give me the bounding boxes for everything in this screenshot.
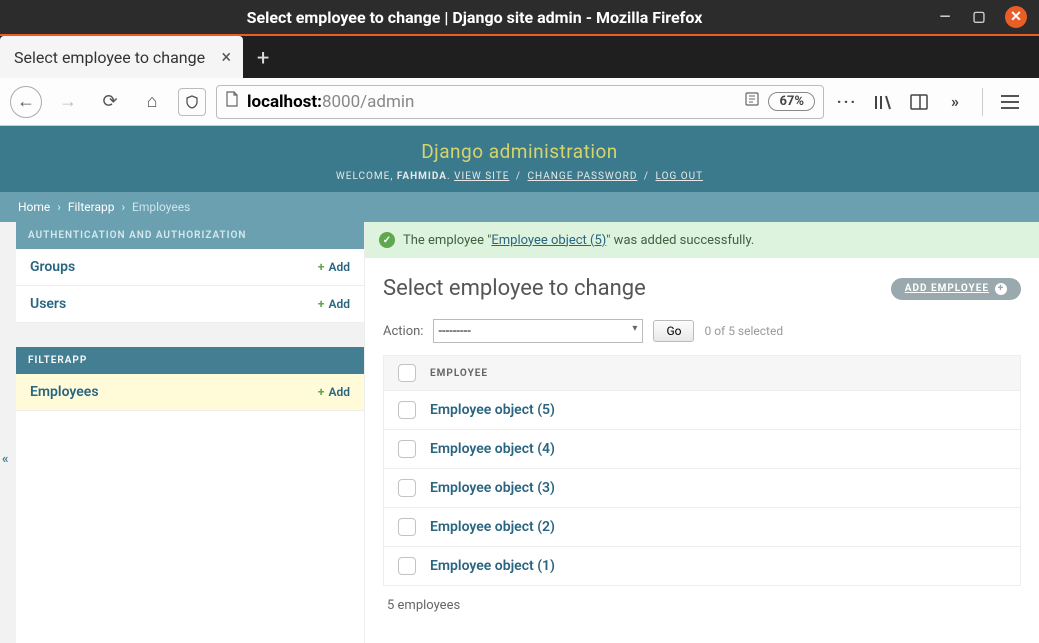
reader-mode-icon[interactable] (744, 91, 760, 112)
row-checkbox[interactable] (398, 401, 416, 419)
page-icon (225, 91, 239, 112)
plus-icon: + (995, 283, 1007, 295)
select-all-checkbox[interactable] (398, 364, 416, 382)
sidebar-item-employees: Employees Add (16, 374, 364, 411)
sidebar-icon[interactable] (906, 89, 932, 115)
sidebar: AUTHENTICATION AND AUTHORIZATION Groups … (16, 222, 364, 643)
success-icon: ✓ (379, 232, 395, 248)
content: « AUTHENTICATION AND AUTHORIZATION Group… (0, 222, 1039, 643)
actions-row: Action: --------- Go 0 of 5 selected (383, 319, 1021, 343)
crumb-app[interactable]: Filterapp (68, 200, 115, 214)
logout-link[interactable]: LOG OUT (656, 171, 704, 182)
table-row: Employee object (4) (384, 429, 1020, 468)
row-link[interactable]: Employee object (3) (430, 480, 555, 496)
paginator: 5 employees (383, 586, 1021, 625)
row-checkbox[interactable] (398, 518, 416, 536)
view-site-link[interactable]: VIEW SITE (454, 171, 509, 182)
sidebar-item-users: Users Add (16, 286, 364, 323)
library-icon[interactable] (870, 89, 896, 115)
shield-icon[interactable] (178, 88, 206, 116)
row-link[interactable]: Employee object (2) (430, 519, 555, 535)
crumb-home[interactable]: Home (18, 200, 50, 214)
tab-bar: Select employee to change × + (0, 34, 1039, 78)
groups-link[interactable]: Groups (30, 259, 75, 275)
new-tab-button[interactable]: + (243, 38, 283, 78)
close-button[interactable]: ✕ (1005, 6, 1027, 28)
forward-button[interactable]: → (52, 86, 84, 118)
main: ✓ The employee "Employee object (5)" was… (364, 222, 1039, 643)
results-header: EMPLOYEE (384, 356, 1020, 390)
overflow-icon[interactable]: » (942, 89, 968, 115)
zoom-level[interactable]: 67% (768, 92, 815, 111)
success-message: ✓ The employee "Employee object (5)" was… (365, 222, 1039, 258)
auth-caption: AUTHENTICATION AND AUTHORIZATION (16, 222, 364, 249)
table-row: Employee object (5) (384, 390, 1020, 429)
row-checkbox[interactable] (398, 479, 416, 497)
page-title: Select employee to change (383, 276, 646, 301)
sidebar-gutter: « (0, 222, 16, 643)
back-button[interactable]: ← (10, 86, 42, 118)
groups-add-link[interactable]: Add (318, 260, 350, 274)
row-link[interactable]: Employee object (1) (430, 558, 555, 574)
users-link[interactable]: Users (30, 296, 66, 312)
selection-count: 0 of 5 selected (704, 324, 783, 338)
table-row: Employee object (2) (384, 507, 1020, 546)
employees-add-link[interactable]: Add (318, 385, 350, 399)
django-header: Django administration WELCOME, FAHMIDA. … (0, 126, 1039, 192)
column-header[interactable]: EMPLOYEE (430, 368, 488, 379)
browser-tab[interactable]: Select employee to change × (0, 36, 243, 78)
success-object-link[interactable]: Employee object (5) (491, 233, 606, 248)
more-icon[interactable]: ··· (834, 89, 860, 115)
users-add-link[interactable]: Add (318, 297, 350, 311)
sidebar-toggle[interactable]: « (2, 452, 9, 467)
browser-toolbar: ← → ⟳ ⌂ localhost:8000/admin 67% ··· » (0, 78, 1039, 126)
page-header: Select employee to change ADD EMPLOYEE + (383, 276, 1021, 301)
window-controls: — ▢ ✕ (937, 6, 1027, 28)
employees-link[interactable]: Employees (30, 384, 99, 400)
reload-button[interactable]: ⟳ (94, 86, 126, 118)
username: FAHMIDA (397, 171, 447, 182)
app-caption: FILTERAPP (16, 347, 364, 374)
action-label: Action: (383, 324, 423, 339)
results-table: EMPLOYEE Employee object (5) Employee ob… (383, 355, 1021, 586)
url-text: localhost:8000/admin (247, 92, 736, 112)
menu-button[interactable] (1001, 88, 1029, 116)
row-checkbox[interactable] (398, 557, 416, 575)
breadcrumbs: Home › Filterapp › Employees (0, 192, 1039, 222)
maximize-button[interactable]: ▢ (971, 9, 987, 25)
row-link[interactable]: Employee object (5) (430, 402, 555, 418)
minimize-button[interactable]: — (937, 9, 953, 25)
go-button[interactable]: Go (653, 320, 694, 342)
os-titlebar: Select employee to change | Django site … (0, 0, 1039, 34)
crumb-current: Employees (132, 200, 190, 214)
tab-title: Select employee to change (14, 48, 205, 67)
table-row: Employee object (1) (384, 546, 1020, 585)
table-row: Employee object (3) (384, 468, 1020, 507)
tab-close-icon[interactable]: × (222, 47, 232, 68)
home-button[interactable]: ⌂ (136, 86, 168, 118)
window-title: Select employee to change | Django site … (12, 8, 937, 27)
add-employee-button[interactable]: ADD EMPLOYEE + (891, 278, 1021, 300)
url-bar[interactable]: localhost:8000/admin 67% (216, 85, 824, 119)
change-password-link[interactable]: CHANGE PASSWORD (528, 171, 638, 182)
sidebar-item-groups: Groups Add (16, 249, 364, 286)
user-tools: WELCOME, FAHMIDA. VIEW SITE / CHANGE PAS… (0, 171, 1039, 182)
site-title: Django administration (0, 140, 1039, 163)
row-link[interactable]: Employee object (4) (430, 441, 555, 457)
row-checkbox[interactable] (398, 440, 416, 458)
action-select[interactable]: --------- (433, 319, 643, 343)
